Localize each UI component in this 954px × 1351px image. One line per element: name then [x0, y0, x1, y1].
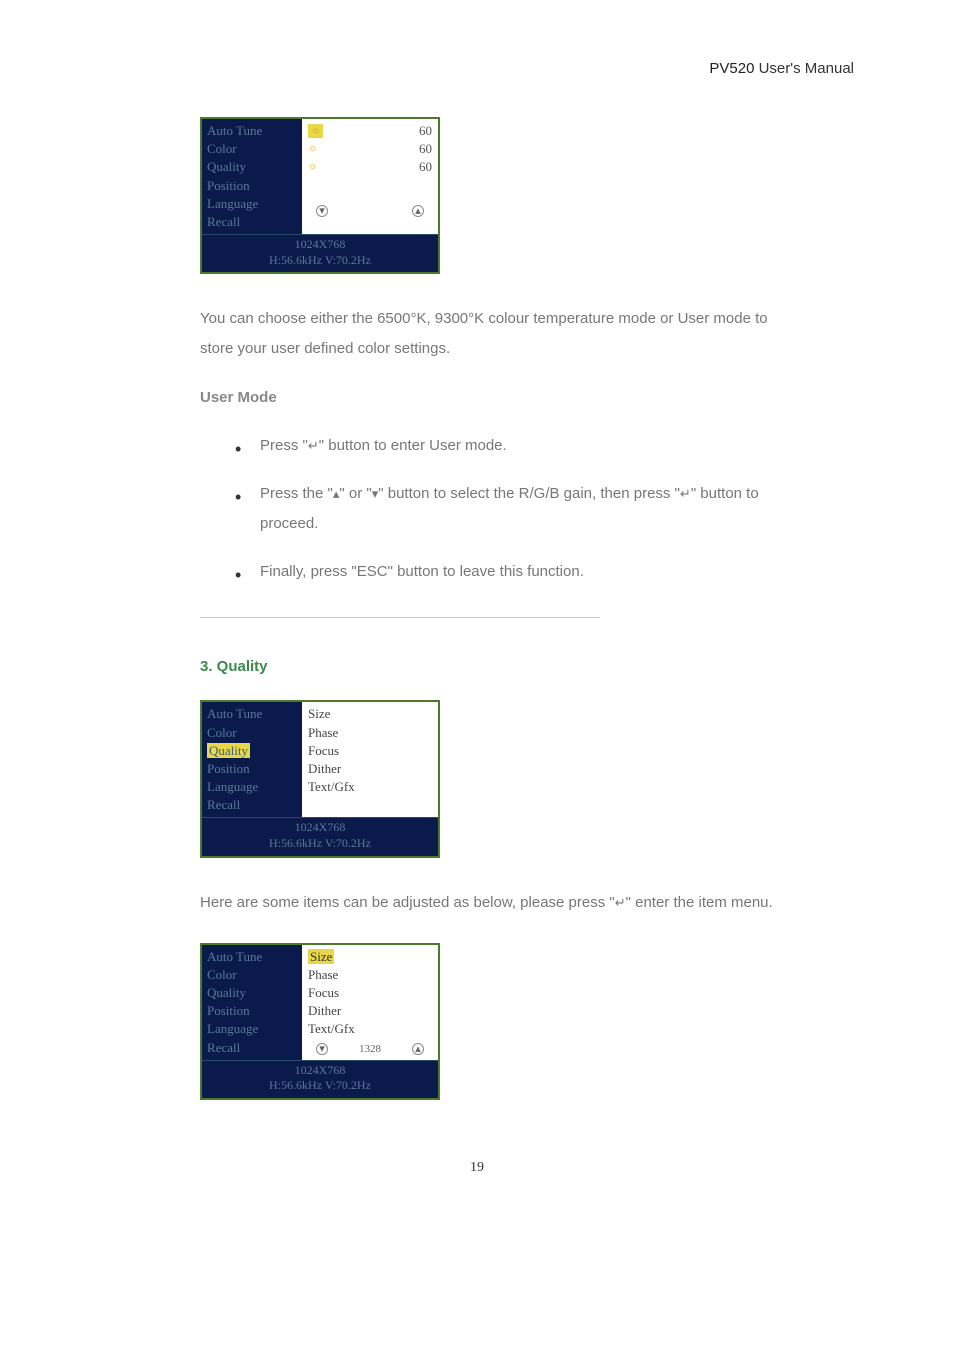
- osd-menu-item: Quality: [207, 984, 297, 1002]
- osd-submenu-item: Dither: [308, 1002, 432, 1020]
- osd-right-panel: ☼ 60 ☼ 60 ☼ 60 ▾ ▴: [302, 119, 438, 234]
- step-item: Press "↵" button to enter User mode.: [230, 431, 794, 461]
- osd-submenu-item: Text/Gfx: [308, 778, 432, 796]
- osd-menu-item: Color: [207, 966, 297, 984]
- osd-menu-item: Auto Tune: [207, 705, 297, 723]
- sun-icon: ☼: [308, 142, 317, 156]
- osd-menu-item: Color: [207, 724, 297, 742]
- quality-description: Here are some items can be adjusted as b…: [200, 888, 794, 918]
- osd-footer: 1024X768 H:56.6kHz V:70.2Hz: [202, 1060, 438, 1098]
- osd-menu-item: Recall: [207, 1039, 297, 1057]
- osd-menu-item: Position: [207, 177, 297, 195]
- down-nav-icon: ▾: [316, 205, 328, 217]
- osd-submenu-item: Focus: [308, 742, 432, 760]
- osd-menu-size: Auto Tune Color Quality Position Languag…: [200, 943, 440, 1100]
- enter-icon: ↵: [680, 486, 691, 501]
- osd-left-menu: Auto Tune Color Quality Position Languag…: [202, 702, 302, 817]
- slider-value: 1328: [359, 1043, 381, 1055]
- osd-menu-item: Auto Tune: [207, 948, 297, 966]
- page-content: Auto Tune Color Quality Position Languag…: [200, 117, 794, 1100]
- osd-resolution: 1024X768: [202, 820, 438, 836]
- osd-footer: 1024X768 H:56.6kHz V:70.2Hz: [202, 234, 438, 272]
- osd-left-menu: Auto Tune Color Quality Position Languag…: [202, 945, 302, 1060]
- sun-icon: ☼: [308, 160, 317, 174]
- osd-submenu-item: Dither: [308, 760, 432, 778]
- osd-menu-item: Recall: [207, 796, 297, 814]
- osd-value: 60: [419, 122, 432, 140]
- osd-right-panel: Size Phase Focus Dither Text/Gfx ▾ 1328 …: [302, 945, 438, 1060]
- osd-resolution: 1024X768: [202, 1063, 438, 1079]
- user-mode-steps: Press "↵" button to enter User mode. Pre…: [200, 431, 794, 587]
- user-mode-heading: User Mode: [200, 389, 794, 406]
- osd-menu-item: Language: [207, 1020, 297, 1038]
- osd-left-menu: Auto Tune Color Quality Position Languag…: [202, 119, 302, 234]
- osd-frequency: H:56.6kHz V:70.2Hz: [202, 253, 438, 269]
- section-divider: [200, 617, 600, 618]
- osd-frequency: H:56.6kHz V:70.2Hz: [202, 1078, 438, 1094]
- osd-resolution: 1024X768: [202, 237, 438, 253]
- osd-submenu-item: Size: [308, 705, 432, 723]
- page-header: PV520 User's Manual: [100, 60, 854, 77]
- enter-icon: ↵: [308, 438, 319, 453]
- osd-right-panel: Size Phase Focus Dither Text/Gfx: [302, 702, 438, 817]
- up-nav-icon: ▴: [412, 1043, 424, 1055]
- osd-menu-item: Position: [207, 1002, 297, 1020]
- model-number: PV520: [709, 60, 754, 77]
- manual-title: User's Manual: [759, 60, 854, 77]
- osd-menu-quality: Auto Tune Color Quality Position Languag…: [200, 700, 440, 857]
- osd-menu-item: Quality: [207, 158, 297, 176]
- osd-menu-item: Auto Tune: [207, 122, 297, 140]
- osd-menu-item: Language: [207, 195, 297, 213]
- osd-menu-item: Language: [207, 778, 297, 796]
- page-number: 19: [100, 1160, 854, 1176]
- osd-submenu-item: Phase: [308, 724, 432, 742]
- osd-value: 60: [419, 158, 432, 176]
- osd-footer: 1024X768 H:56.6kHz V:70.2Hz: [202, 817, 438, 855]
- sun-icon: ☼: [308, 124, 323, 138]
- step-item: Finally, press "ESC" button to leave thi…: [230, 557, 794, 587]
- osd-value: 60: [419, 140, 432, 158]
- osd-submenu-item: Phase: [308, 966, 432, 984]
- down-nav-icon: ▾: [316, 1043, 328, 1055]
- osd-menu-item: Color: [207, 140, 297, 158]
- up-nav-icon: ▴: [412, 205, 424, 217]
- osd-frequency: H:56.6kHz V:70.2Hz: [202, 836, 438, 852]
- enter-icon: ↵: [615, 895, 626, 910]
- step-item: Press the "▴" or "▾" button to select th…: [230, 479, 794, 539]
- osd-menu-item: Recall: [207, 213, 297, 231]
- color-temp-description: You can choose either the 6500°K, 9300°K…: [200, 304, 794, 364]
- osd-menu-item: Position: [207, 760, 297, 778]
- osd-submenu-item: Size: [308, 948, 432, 966]
- osd-menu-item: Quality: [207, 742, 297, 760]
- quality-heading: 3. Quality: [200, 658, 794, 675]
- osd-menu-color: Auto Tune Color Quality Position Languag…: [200, 117, 440, 274]
- osd-submenu-item: Text/Gfx: [308, 1020, 432, 1038]
- osd-submenu-item: Focus: [308, 984, 432, 1002]
